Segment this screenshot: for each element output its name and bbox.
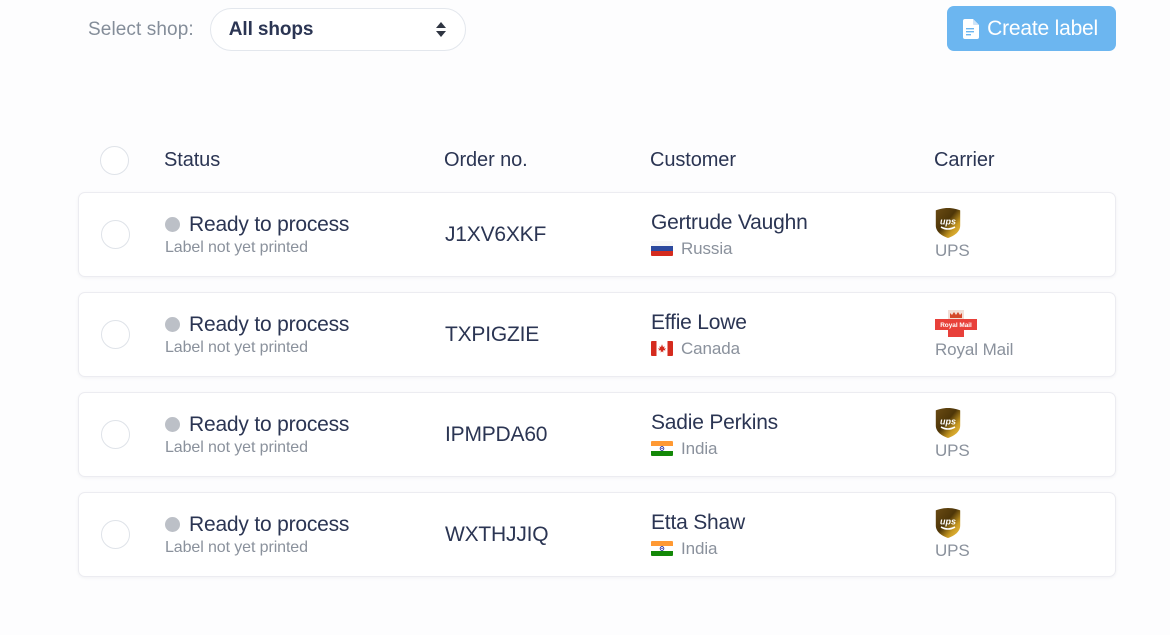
customer-cell: Etta Shaw India xyxy=(651,511,935,559)
carrier-cell: ups UPS xyxy=(935,508,1093,561)
svg-text:ups: ups xyxy=(940,517,956,527)
row-select-cell xyxy=(101,520,165,549)
toolbar: Select shop: All shops Create label xyxy=(0,0,1170,58)
status-dot-icon xyxy=(165,217,180,232)
select-all-cell xyxy=(100,145,164,175)
carrier-name: UPS xyxy=(935,441,970,460)
carrier-name: UPS xyxy=(935,241,970,260)
row-select-cell xyxy=(101,320,165,349)
create-label-button[interactable]: Create label xyxy=(947,6,1116,51)
order-cell: WXTHJJIQ xyxy=(445,523,651,547)
country-line: Canada xyxy=(651,339,935,359)
orders-table: Status Order no. Customer Carrier Ready … xyxy=(78,128,1116,592)
svg-text:ups: ups xyxy=(940,417,956,427)
country-line: Russia xyxy=(651,239,935,259)
table-row[interactable]: Ready to process Label not yet printed IPM… xyxy=(78,392,1116,477)
ups-logo-icon: ups xyxy=(935,508,961,538)
shipping-labels-page: Select shop: All shops Create label Stat… xyxy=(0,0,1170,635)
customer-name: Effie Lowe xyxy=(651,310,747,334)
status-cell: Ready to process Label not yet printed xyxy=(165,313,445,357)
order-number: J1XV6XKF xyxy=(445,222,547,246)
create-label-text: Create label xyxy=(987,16,1098,40)
status-dot-icon xyxy=(165,417,180,432)
status-line: Ready to process xyxy=(165,413,445,437)
svg-text:ups: ups xyxy=(940,217,956,227)
document-icon xyxy=(963,18,980,39)
row-select-cell xyxy=(101,220,165,249)
country-name: India xyxy=(681,538,718,558)
country-name: India xyxy=(681,438,718,458)
status-line: Ready to process xyxy=(165,213,445,237)
table-row[interactable]: Ready to process Label not yet printed WXT… xyxy=(78,492,1116,577)
country-name: Russia xyxy=(681,238,733,258)
royal-mail-logo-icon: Royal Mail xyxy=(935,310,977,337)
header-order-label: Order no. xyxy=(444,148,528,171)
customer-name: Gertrude Vaughn xyxy=(651,210,808,234)
row-select-checkbox[interactable] xyxy=(101,420,130,449)
header-order: Order no. xyxy=(444,149,650,172)
row-select-cell xyxy=(101,420,165,449)
shop-selector-group: Select shop: All shops xyxy=(88,8,466,51)
carrier-cell: Royal Mail Royal Mail xyxy=(935,309,1093,360)
order-cell: IPMPDA60 xyxy=(445,423,651,447)
row-select-checkbox[interactable] xyxy=(101,520,130,549)
order-number: WXTHJJIQ xyxy=(445,522,549,546)
status-cell: Ready to process Label not yet printed xyxy=(165,213,445,257)
table-row[interactable]: Ready to process Label not yet printed J1X… xyxy=(78,192,1116,277)
table-row[interactable]: Ready to process Label not yet printed TXP… xyxy=(78,292,1116,377)
ups-logo-icon: ups xyxy=(935,408,961,438)
status-dot-icon xyxy=(165,517,180,532)
status-text: Ready to process xyxy=(189,412,350,436)
status-line: Ready to process xyxy=(165,513,445,537)
status-subtext: Label not yet printed xyxy=(165,238,308,256)
flag-russia-icon xyxy=(651,241,673,256)
country-name: Canada xyxy=(681,338,740,358)
chevron-updown-icon xyxy=(435,21,447,39)
header-customer-label: Customer xyxy=(650,148,736,171)
shop-select-value: All shops xyxy=(228,18,314,40)
customer-cell: Effie Lowe Canada xyxy=(651,311,935,359)
status-subtext: Label not yet printed xyxy=(165,338,308,356)
svg-text:Royal Mail: Royal Mail xyxy=(940,322,972,329)
status-text: Ready to process xyxy=(189,512,350,536)
customer-name: Etta Shaw xyxy=(651,510,745,534)
order-number: IPMPDA60 xyxy=(445,422,548,446)
table-header-row: Status Order no. Customer Carrier xyxy=(78,128,1116,192)
status-dot-icon xyxy=(165,317,180,332)
header-status: Status xyxy=(164,149,444,172)
carrier-cell: ups UPS xyxy=(935,208,1093,261)
customer-cell: Gertrude Vaughn Russia xyxy=(651,211,935,259)
row-select-checkbox[interactable] xyxy=(101,220,130,249)
header-customer: Customer xyxy=(650,149,934,172)
status-subtext: Label not yet printed xyxy=(165,538,308,556)
shop-select-label: Select shop: xyxy=(88,18,194,40)
status-cell: Ready to process Label not yet printed xyxy=(165,513,445,557)
shop-select[interactable]: All shops xyxy=(209,8,466,51)
carrier-name: UPS xyxy=(935,541,970,560)
country-line: India xyxy=(651,539,935,559)
customer-name: Sadie Perkins xyxy=(651,410,778,434)
status-text: Ready to process xyxy=(189,212,350,236)
header-status-label: Status xyxy=(164,148,221,171)
header-carrier-label: Carrier xyxy=(934,148,995,171)
carrier-cell: ups UPS xyxy=(935,408,1093,461)
flag-canada-icon xyxy=(651,341,673,356)
flag-india-icon xyxy=(651,541,673,556)
status-line: Ready to process xyxy=(165,313,445,337)
table-body: Ready to process Label not yet printed J1X… xyxy=(78,192,1116,577)
row-select-checkbox[interactable] xyxy=(101,320,130,349)
select-all-checkbox[interactable] xyxy=(100,145,129,175)
order-cell: TXPIGZIE xyxy=(445,323,651,347)
ups-logo-icon: ups xyxy=(935,208,961,238)
status-subtext: Label not yet printed xyxy=(165,438,308,456)
order-number: TXPIGZIE xyxy=(445,322,540,346)
status-cell: Ready to process Label not yet printed xyxy=(165,413,445,457)
customer-cell: Sadie Perkins India xyxy=(651,411,935,459)
header-carrier: Carrier xyxy=(934,149,1094,172)
status-text: Ready to process xyxy=(189,312,350,336)
order-cell: J1XV6XKF xyxy=(445,223,651,247)
flag-india-icon xyxy=(651,441,673,456)
country-line: India xyxy=(651,439,935,459)
carrier-name: Royal Mail xyxy=(935,340,1014,359)
